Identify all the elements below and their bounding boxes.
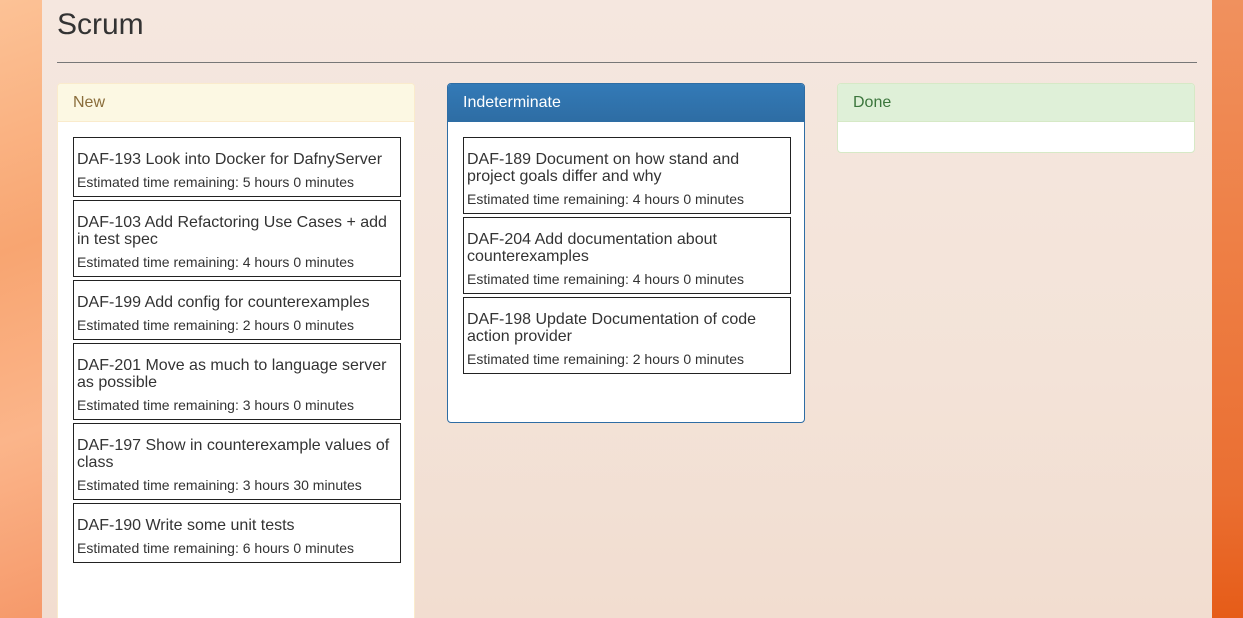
task-estimate: Estimated time remaining: 4 hours 0 minu… xyxy=(467,271,745,287)
task-estimate: Estimated time remaining: 4 hours 0 minu… xyxy=(77,254,355,270)
task-title: DAF-193 Look into Docker for DafnyServer xyxy=(77,151,383,168)
task-card[interactable]: DAF-193 Look into Docker for DafnyServer… xyxy=(73,137,401,197)
column-new: New DAF-193 Look into Docker for DafnySe… xyxy=(57,83,415,618)
scrum-board: Scrum New DAF-193 Look into Docker for D… xyxy=(42,0,1212,618)
column-done-header: Done xyxy=(838,84,1194,122)
background-right xyxy=(1212,0,1243,618)
task-title: DAF-204 Add documentation about countere… xyxy=(467,231,717,265)
task-title: DAF-199 Add config for counterexamples xyxy=(77,294,370,311)
task-estimate: Estimated time remaining: 4 hours 0 minu… xyxy=(467,191,745,207)
task-estimate: Estimated time remaining: 3 hours 0 minu… xyxy=(77,397,355,413)
column-done: Done xyxy=(837,83,1195,153)
task-card[interactable]: DAF-199 Add config for counterexamples E… xyxy=(73,280,401,340)
task-card[interactable]: DAF-204 Add documentation about countere… xyxy=(463,217,791,294)
task-title: DAF-103 Add Refactoring Use Cases + add … xyxy=(77,214,387,248)
task-estimate: Estimated time remaining: 3 hours 30 min… xyxy=(77,477,362,493)
task-card[interactable]: DAF-190 Write some unit tests Estimated … xyxy=(73,503,401,563)
column-done-body xyxy=(838,122,1194,137)
task-card[interactable]: DAF-189 Document on how stand and projec… xyxy=(463,137,791,214)
task-estimate: Estimated time remaining: 2 hours 0 minu… xyxy=(77,317,355,333)
task-card[interactable]: DAF-201 Move as much to language server … xyxy=(73,343,401,420)
task-estimate: Estimated time remaining: 6 hours 0 minu… xyxy=(77,540,355,556)
task-estimate: Estimated time remaining: 2 hours 0 minu… xyxy=(467,351,745,367)
title-divider xyxy=(57,62,1197,63)
column-new-body: DAF-193 Look into Docker for DafnyServer… xyxy=(58,122,414,563)
column-indeterminate: Indeterminate DAF-189 Document on how st… xyxy=(447,83,805,423)
column-new-header: New xyxy=(58,84,414,122)
column-indeterminate-header: Indeterminate xyxy=(448,84,804,122)
column-indeterminate-body: DAF-189 Document on how stand and projec… xyxy=(448,122,804,374)
background-left xyxy=(0,0,42,618)
task-card[interactable]: DAF-103 Add Refactoring Use Cases + add … xyxy=(73,200,401,277)
task-card[interactable]: DAF-197 Show in counterexample values of… xyxy=(73,423,401,500)
task-title: DAF-201 Move as much to language server … xyxy=(77,357,387,391)
page-title: Scrum xyxy=(57,8,144,41)
task-card[interactable]: DAF-198 Update Documentation of code act… xyxy=(463,297,791,374)
task-estimate: Estimated time remaining: 5 hours 0 minu… xyxy=(77,174,355,190)
task-title: DAF-198 Update Documentation of code act… xyxy=(467,311,757,345)
task-title: DAF-190 Write some unit tests xyxy=(77,517,295,534)
task-title: DAF-197 Show in counterexample values of… xyxy=(77,437,390,471)
task-title: DAF-189 Document on how stand and projec… xyxy=(467,151,740,185)
